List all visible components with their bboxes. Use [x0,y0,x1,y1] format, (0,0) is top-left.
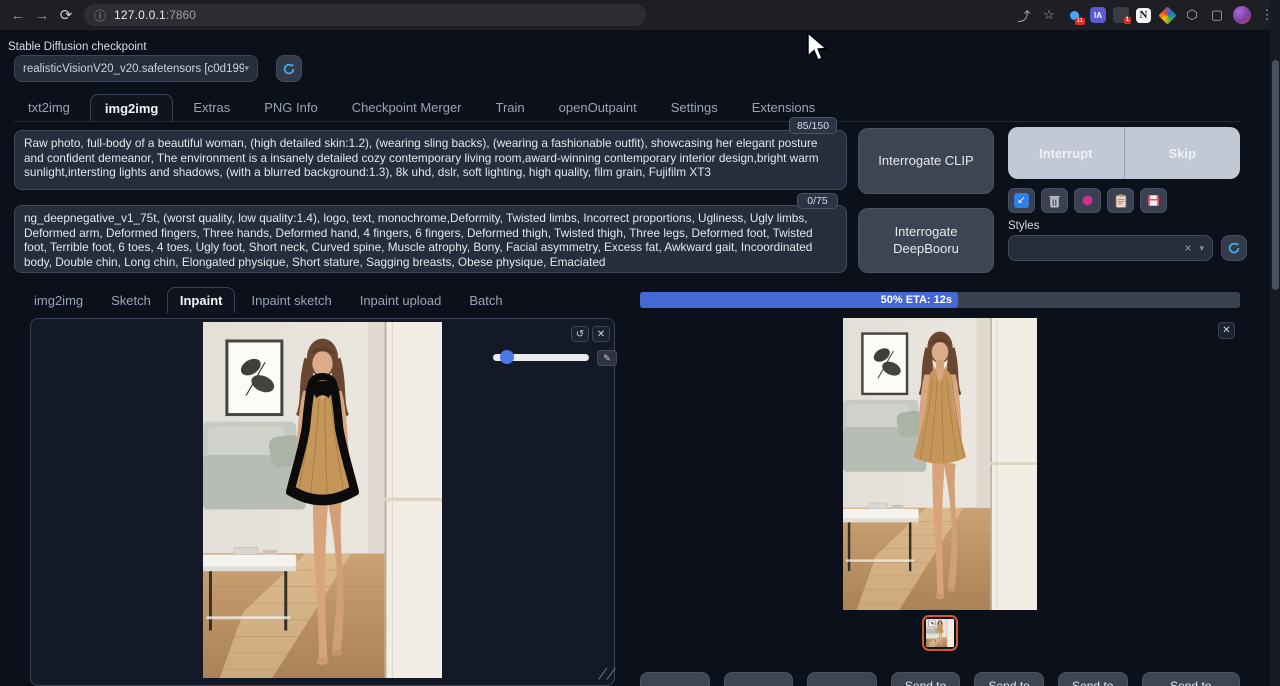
refresh-icon [282,62,296,76]
styles-dropdown[interactable]: × ▾ [1008,235,1213,261]
prompt-input[interactable]: Raw photo, full-body of a beautiful woma… [14,130,847,190]
subtab-sketch[interactable]: Sketch [99,287,163,313]
checkpoint-label: Stable Diffusion checkpoint [8,41,147,53]
tab-train[interactable]: Train [482,94,539,121]
prompt-token-counter: 85/150 [789,117,837,134]
sidebar-icon[interactable]: ▢ [1208,6,1226,24]
close-preview-icon[interactable]: ✕ [1218,322,1235,339]
trash-icon [1048,194,1061,208]
reload-icon[interactable]: ⟳ [54,6,78,24]
thumbnail-image [926,619,954,647]
clear-image-button[interactable]: ✕ [592,326,610,342]
gallery-thumbnail-selected[interactable] [922,615,958,651]
clear-prompt-button[interactable] [1041,188,1068,213]
url-host: 127.0.0.1 [114,8,166,22]
save-button[interactable]: Save [724,672,794,686]
interrupt-skip-group: Interrupt Skip [1008,127,1240,179]
extension-badge-icon[interactable]: 11 [1065,6,1083,24]
back-icon[interactable]: ← [6,7,30,24]
interrupt-button[interactable]: Interrupt [1008,127,1124,179]
extra-networks-card-icon [1081,194,1094,207]
chevron-down-icon: ▾ [244,63,249,74]
send-to-openoutpaint-button[interactable]: Send to openOutpaint [1142,672,1240,686]
paste-generation-params-button[interactable]: ↙ [1008,188,1035,213]
checkpoint-select[interactable]: realisticVisionV20_v20.safetensors [c0d1… [14,55,258,82]
open-folder-button[interactable]: 📂 [640,672,710,686]
puzzle-extensions-icon[interactable]: ⬡ [1183,6,1201,24]
checkpoint-value: realisticVisionV20_v20.safetensors [c0d1… [23,63,244,75]
paste-params-icon: ↙ [1014,193,1029,208]
share-icon[interactable]: ⤴ [1015,6,1033,24]
subtab-inpaint-upload[interactable]: Inpaint upload [348,287,454,313]
negative-token-counter: 0/75 [797,193,838,209]
send-to-img2img-button[interactable]: Send to img2img [891,672,961,686]
bookmark-star-icon[interactable]: ☆ [1040,6,1058,24]
zip-button[interactable]: Zip [807,672,877,686]
apply-styles-button[interactable] [1107,188,1134,213]
styles-label: Styles [1008,220,1039,232]
brush-size-slider[interactable] [493,354,589,361]
slider-handle[interactable] [500,350,514,364]
negative-prompt-input[interactable]: ng_deepnegative_v1_75t, (worst quality, … [14,205,847,273]
clear-styles-icon[interactable]: × [1184,241,1191,255]
forward-icon[interactable]: → [30,7,54,24]
dark-extension-icon[interactable]: 1 [1113,7,1129,23]
diamond-extension-icon[interactable] [1158,6,1176,24]
ia-extension-icon[interactable]: IA [1090,7,1106,23]
refresh-icon [1227,241,1241,255]
tab-checkpoint-merger[interactable]: Checkpoint Merger [338,94,476,121]
extra-networks-button[interactable] [1074,188,1101,213]
resize-handle-icon[interactable]: ╱╱ [599,669,616,680]
interrogate-clip-button[interactable]: Interrogate CLIP [858,128,994,194]
save-style-button[interactable] [1140,188,1167,213]
scrollbar-thumb[interactable] [1272,60,1279,290]
subtab-batch[interactable]: Batch [457,287,514,313]
refresh-checkpoint-button[interactable] [276,55,302,82]
main-tab-bar: txt2img img2img Extras PNG Info Checkpoi… [14,94,1240,122]
url-port: :7860 [166,8,196,22]
subtab-inpaint-sketch[interactable]: Inpaint sketch [239,287,343,313]
notion-extension-icon[interactable]: N [1136,8,1151,23]
inpaint-canvas-panel: ↺ ✕ ✎ ╱╱ [30,318,615,686]
address-bar[interactable]: ⓘ 127.0.0.1:7860 [84,4,646,26]
red-badge: 11 [1075,18,1085,25]
avatar-circle [1233,6,1251,24]
mouse-cursor [806,32,828,62]
progress-fill: 50% ETA: 12s [640,292,958,308]
diamond-shape [1158,6,1176,24]
browser-extensions-area: ⤴ ☆ 11 IA 1 N ⬡ ▢ ⋮ [1015,0,1276,30]
refresh-styles-button[interactable] [1221,235,1247,261]
progress-bar: 50% ETA: 12s [640,292,1240,308]
tab-settings[interactable]: Settings [657,94,732,121]
tab-png-info[interactable]: PNG Info [250,94,331,121]
tab-extras[interactable]: Extras [179,94,244,121]
interrogate-deepbooru-button[interactable]: Interrogate DeepBooru [858,208,994,273]
red-badge: 1 [1124,17,1131,24]
send-to-inpaint-button[interactable]: Send to inpaint [974,672,1044,686]
profile-avatar[interactable] [1233,6,1251,24]
undo-button[interactable]: ↺ [571,326,589,342]
progress-label: 50% ETA: 12s [881,294,958,306]
site-info-icon[interactable]: ⓘ [94,7,106,24]
brush-color-button[interactable]: ✎ [597,350,617,366]
tab-openoutpaint[interactable]: openOutpaint [545,94,651,121]
subtab-inpaint[interactable]: Inpaint [167,287,236,313]
subtab-img2img[interactable]: img2img [22,287,95,313]
save-floppy-icon [1147,194,1160,207]
app-root: ← → ⟳ ⓘ 127.0.0.1:7860 ⤴ ☆ 11 IA 1 N ⬡ ▢… [0,0,1280,686]
prompt-tool-row: ↙ [1008,188,1167,213]
output-actions-row: 📂 Save Zip Send to img2img Send to inpai… [640,672,1240,686]
output-preview-image[interactable] [843,318,1037,610]
img2img-mode-tabs: img2img Sketch Inpaint Inpaint sketch In… [22,287,515,313]
tab-txt2img[interactable]: txt2img [14,94,84,121]
browser-toolbar: ← → ⟳ ⓘ 127.0.0.1:7860 ⤴ ☆ 11 IA 1 N ⬡ ▢… [0,0,1280,30]
send-to-extras-button[interactable]: Send to extras [1058,672,1128,686]
tab-img2img[interactable]: img2img [90,94,173,121]
inpaint-canvas-image[interactable] [203,322,442,678]
clipboard-icon [1115,194,1127,208]
chevron-down-icon: ▾ [1199,243,1204,254]
skip-button[interactable]: Skip [1125,127,1241,179]
